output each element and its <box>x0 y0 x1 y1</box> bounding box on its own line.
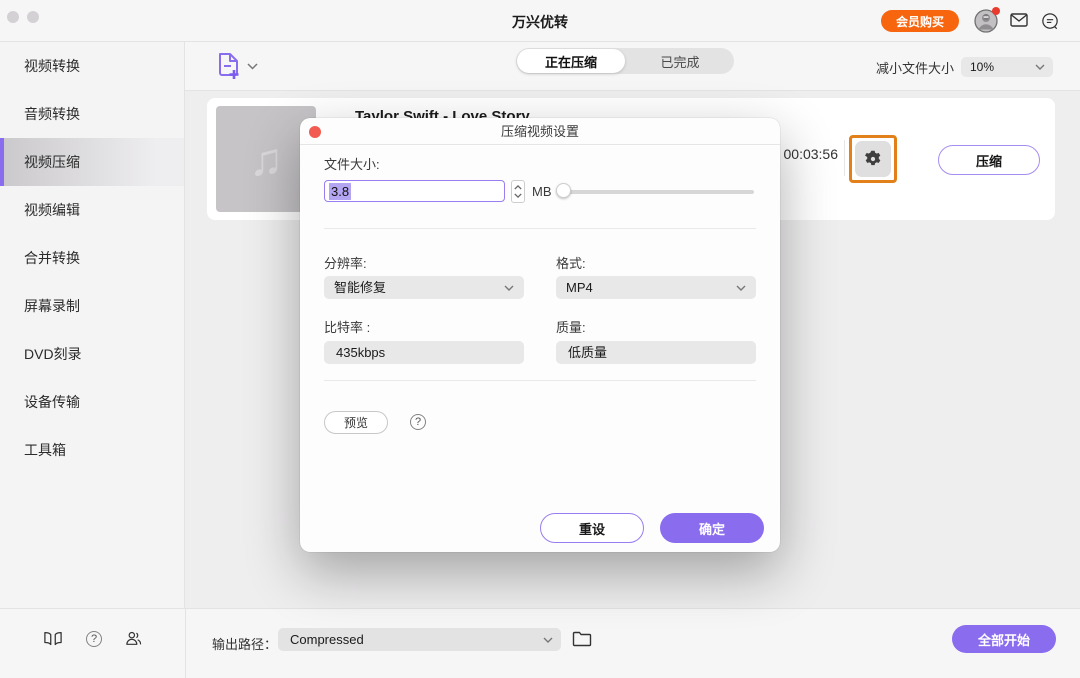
reset-button[interactable]: 重设 <box>540 513 644 543</box>
sidebar-item-video-convert[interactable]: 视频转换 <box>0 42 184 90</box>
compress-button[interactable]: 压缩 <box>938 145 1040 175</box>
guide-book-icon[interactable] <box>44 631 62 646</box>
divider <box>324 380 756 381</box>
file-size-value: 3.8 <box>329 183 351 200</box>
file-size-slider-thumb[interactable] <box>556 183 571 198</box>
bitrate-field: 435kbps <box>324 341 524 364</box>
titlebar: 万兴优转 会员购买 <box>0 0 1080 42</box>
add-file-chevron-icon[interactable] <box>247 63 258 70</box>
add-file-icon[interactable] <box>216 52 241 80</box>
tab-completed[interactable]: 已完成 <box>626 48 734 74</box>
output-path-dropdown[interactable]: Compressed <box>278 628 561 651</box>
divider <box>844 140 845 176</box>
sidebar-item-video-compress[interactable]: 视频压缩 <box>0 138 184 186</box>
reduce-size-dropdown[interactable]: 10% <box>961 57 1053 77</box>
ok-button[interactable]: 确定 <box>660 513 764 543</box>
file-size-slider-track[interactable] <box>560 190 754 194</box>
divider <box>185 609 186 678</box>
content-header: 正在压缩 已完成 减小文件大小 10% <box>185 42 1080 91</box>
task-duration: 00:03:56 <box>784 146 839 162</box>
tab-compressing[interactable]: 正在压缩 <box>517 49 625 73</box>
divider <box>324 228 756 229</box>
app-window: 万兴优转 会员购买 视频转换 音频转换 视频压缩 视频编辑 合并转换 <box>0 0 1080 678</box>
file-size-input[interactable]: 3.8 <box>324 180 505 202</box>
help-icon[interactable]: ? <box>410 414 426 430</box>
reduce-size-value: 10% <box>970 60 994 74</box>
dialog-title: 压缩视频设置 <box>300 118 780 145</box>
sidebar-item-dvd-burn[interactable]: DVD刻录 <box>0 330 184 378</box>
dialog-titlebar: 压缩视频设置 <box>300 118 780 145</box>
sidebar-item-video-edit[interactable]: 视频编辑 <box>0 186 184 234</box>
help-icon[interactable]: ? <box>86 631 102 647</box>
stepper-up-icon[interactable] <box>514 185 522 190</box>
sidebar-item-screen-record[interactable]: 屏幕录制 <box>0 282 184 330</box>
compression-settings-dialog: 压缩视频设置 文件大小: 3.8 MB 分辨率: 智能修复 格式: MP4 比特… <box>300 118 780 552</box>
file-size-stepper[interactable] <box>511 180 525 203</box>
music-note-icon: ♫ <box>249 132 284 186</box>
gear-icon <box>862 148 884 170</box>
format-label: 格式: <box>556 253 586 272</box>
mail-icon[interactable] <box>1010 13 1028 27</box>
sidebar: 视频转换 音频转换 视频压缩 视频编辑 合并转换 屏幕录制 DVD刻录 设备传输… <box>0 42 185 608</box>
quality-field: 低质量 <box>556 341 756 364</box>
chevron-down-icon <box>736 285 746 291</box>
format-dropdown[interactable]: MP4 <box>556 276 756 299</box>
bottombar: ? 输出路径： Compressed 全部开始 <box>0 608 1080 678</box>
community-icon[interactable] <box>125 631 142 646</box>
preview-button[interactable]: 预览 <box>324 411 388 434</box>
resolution-label: 分辨率: <box>324 253 367 272</box>
stepper-down-icon[interactable] <box>514 193 522 198</box>
resolution-value: 智能修复 <box>334 280 386 295</box>
reduce-size-label: 减小文件大小 <box>876 58 954 77</box>
sidebar-item-merge-convert[interactable]: 合并转换 <box>0 234 184 282</box>
open-folder-icon[interactable] <box>572 630 592 647</box>
settings-highlight-frame <box>849 135 897 183</box>
chevron-down-icon <box>543 637 553 643</box>
file-size-unit: MB <box>532 184 552 199</box>
user-avatar[interactable] <box>974 9 998 33</box>
status-tabs: 正在压缩 已完成 <box>516 48 734 74</box>
quality-label: 质量: <box>556 317 586 336</box>
output-path-value: Compressed <box>290 632 364 647</box>
bitrate-label: 比特率 : <box>324 317 370 336</box>
feedback-icon[interactable] <box>1041 13 1059 30</box>
chevron-down-icon <box>504 285 514 291</box>
sidebar-item-device-transfer[interactable]: 设备传输 <box>0 378 184 426</box>
start-all-button[interactable]: 全部开始 <box>952 625 1056 653</box>
output-path-label: 输出路径： <box>212 634 277 653</box>
chevron-down-icon <box>1035 64 1045 70</box>
sidebar-item-toolbox[interactable]: 工具箱 <box>0 426 184 474</box>
resolution-dropdown[interactable]: 智能修复 <box>324 276 524 299</box>
sidebar-item-audio-convert[interactable]: 音频转换 <box>0 90 184 138</box>
file-size-label: 文件大小: <box>324 154 380 173</box>
format-value: MP4 <box>566 280 593 295</box>
notification-dot <box>992 7 1000 15</box>
compression-settings-button[interactable] <box>855 141 891 177</box>
membership-buy-button[interactable]: 会员购买 <box>881 10 959 32</box>
